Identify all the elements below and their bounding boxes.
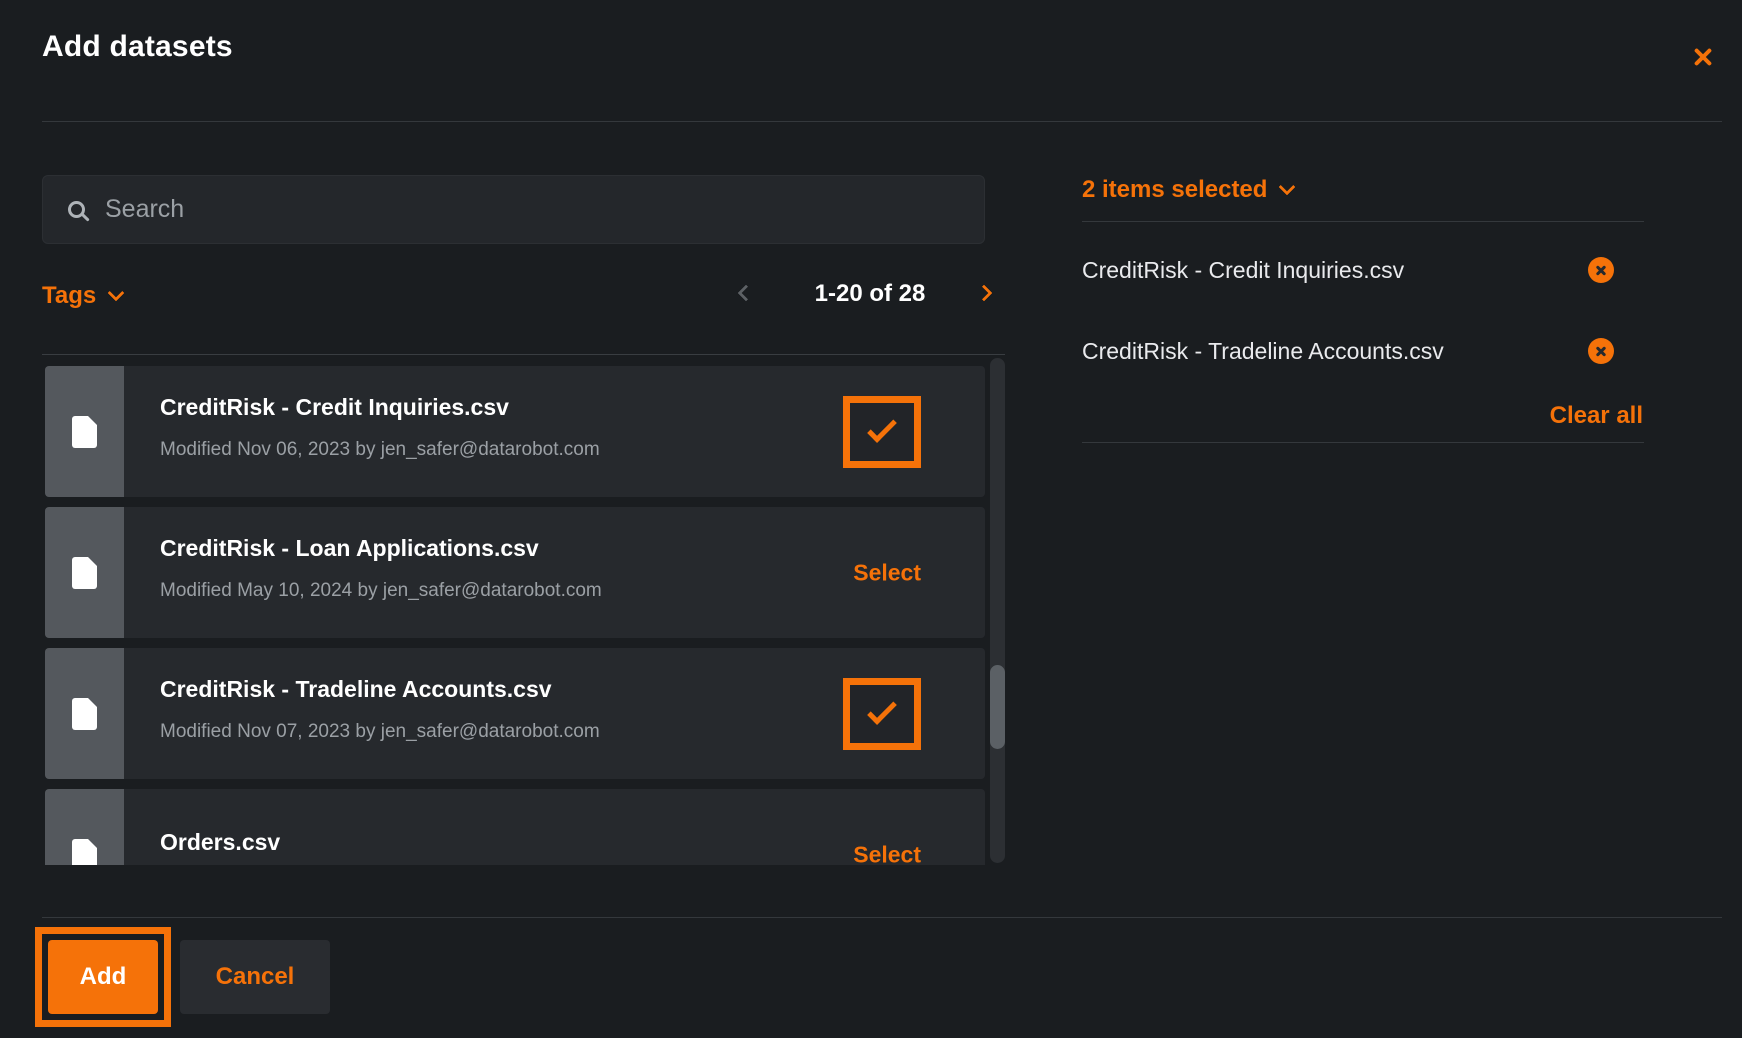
file-icon: [72, 698, 97, 730]
dataset-name: Orders.csv: [160, 829, 280, 856]
remove-item-button[interactable]: [1588, 338, 1614, 364]
dataset-select-button[interactable]: Select: [853, 559, 921, 586]
search-box[interactable]: [42, 175, 985, 244]
selected-item: CreditRisk - Tradeline Accounts.csv: [1082, 337, 1644, 365]
dataset-name: CreditRisk - Loan Applications.csv: [160, 535, 602, 562]
chevron-down-icon: [1279, 179, 1296, 196]
dataset-row[interactable]: CreditRisk - Tradeline Accounts.csv Modi…: [45, 648, 985, 779]
selected-items-count: 2 items selected: [1082, 176, 1267, 204]
dataset-modified: Modified Nov 06, 2023 by jen_safer@datar…: [160, 439, 600, 461]
add-button[interactable]: Add: [48, 940, 158, 1014]
search-input[interactable]: [103, 194, 984, 225]
dataset-info: CreditRisk - Tradeline Accounts.csv Modi…: [124, 648, 600, 779]
add-button-highlight: Add: [35, 927, 171, 1027]
selected-items-dropdown[interactable]: 2 items selected: [1082, 176, 1293, 204]
selection-panel-divider: [1082, 442, 1644, 443]
chevron-right-icon: [976, 285, 993, 302]
dataset-icon-block: [45, 648, 124, 779]
tags-filter-dropdown[interactable]: Tags: [42, 282, 122, 310]
dataset-row[interactable]: CreditRisk - Loan Applications.csv Modif…: [45, 507, 985, 638]
chevron-down-icon: [108, 285, 125, 302]
checkmark-icon: [867, 413, 897, 443]
dataset-info: CreditRisk - Credit Inquiries.csv Modifi…: [124, 366, 600, 497]
chevron-left-icon: [738, 285, 755, 302]
remove-item-button[interactable]: [1588, 257, 1614, 283]
dataset-selected-checkbox[interactable]: [843, 396, 921, 468]
dataset-select-button[interactable]: Select: [853, 841, 921, 865]
cancel-button[interactable]: Cancel: [180, 940, 330, 1014]
scrollbar-thumb[interactable]: [990, 665, 1005, 749]
file-icon: [72, 416, 97, 448]
selected-item-name: CreditRisk - Tradeline Accounts.csv: [1082, 338, 1444, 364]
clear-all-button[interactable]: Clear all: [1082, 402, 1643, 430]
pagination-prev-button[interactable]: [740, 287, 752, 302]
dataset-name: CreditRisk - Credit Inquiries.csv: [160, 394, 600, 421]
dataset-info: CreditRisk - Loan Applications.csv Modif…: [124, 507, 602, 638]
dataset-row[interactable]: CreditRisk - Credit Inquiries.csv Modifi…: [45, 366, 985, 497]
header-divider: [42, 121, 1722, 122]
dataset-info: Orders.csv: [124, 789, 280, 865]
dataset-selected-checkbox[interactable]: [843, 678, 921, 750]
checkmark-icon: [867, 695, 897, 725]
tags-label: Tags: [42, 282, 96, 310]
dataset-modified: Modified Nov 07, 2023 by jen_safer@datar…: [160, 721, 600, 743]
selection-panel-divider: [1082, 221, 1644, 222]
dataset-icon-block: [45, 507, 124, 638]
pagination-range: 1-20 of 28: [790, 280, 950, 308]
dataset-modified: Modified May 10, 2024 by jen_safer@datar…: [160, 580, 602, 602]
selected-item-name: CreditRisk - Credit Inquiries.csv: [1082, 257, 1404, 283]
dataset-name: CreditRisk - Tradeline Accounts.csv: [160, 676, 600, 703]
file-icon: [72, 839, 97, 866]
pagination-next-button[interactable]: [978, 287, 990, 302]
dataset-row[interactable]: Orders.csv Select: [45, 789, 985, 865]
dataset-icon-block: [45, 789, 124, 865]
scrollbar-track[interactable]: [990, 358, 1005, 863]
page-title: Add datasets: [42, 30, 233, 64]
selected-item: CreditRisk - Credit Inquiries.csv: [1082, 256, 1644, 284]
dataset-list: CreditRisk - Credit Inquiries.csv Modifi…: [42, 354, 1005, 865]
file-icon: [72, 557, 97, 589]
dataset-icon-block: [45, 366, 124, 497]
search-icon: [68, 201, 85, 218]
close-button[interactable]: [1686, 40, 1720, 74]
footer-divider: [42, 917, 1722, 918]
add-datasets-modal: Add datasets Tags 1-20 of 28 CreditRisk …: [0, 0, 1742, 1038]
